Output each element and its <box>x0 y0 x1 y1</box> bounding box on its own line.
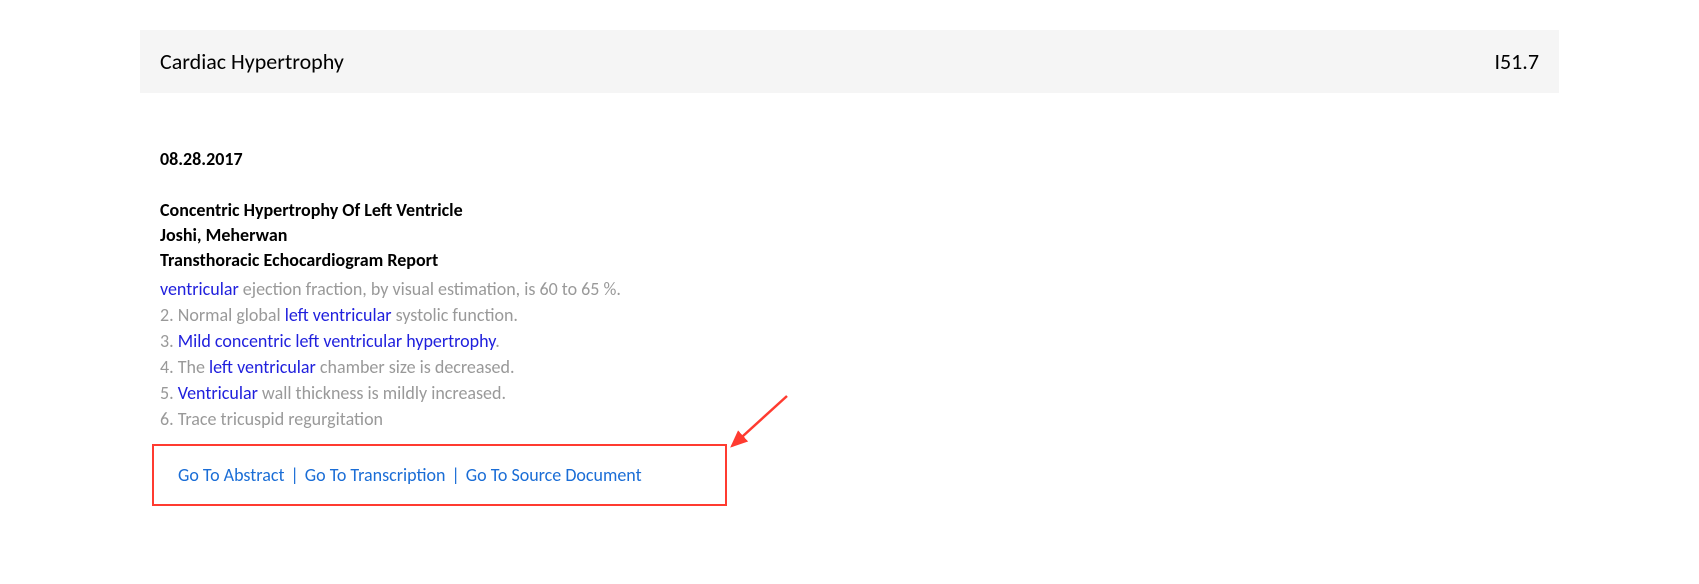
finding-text: ejection fraction, by visual estimation,… <box>239 278 621 300</box>
action-links: Go To Abstract|Go To Transcription|Go To… <box>178 464 701 486</box>
highlight-term: Ventricular <box>178 382 258 404</box>
diagnosis-code: I51.7 <box>1494 48 1539 75</box>
highlight-term: left ventricular <box>285 304 392 326</box>
finding-text: systolic function. <box>392 304 518 326</box>
go-to-transcription-link[interactable]: Go To Transcription <box>305 464 446 486</box>
finding-text: 3. <box>160 330 178 352</box>
entry-content: 08.28.2017 Concentric Hypertrophy Of Lef… <box>140 148 1559 506</box>
finding-line-6: 6. Trace tricuspid regurgitation <box>160 406 1559 432</box>
entry-date: 08.28.2017 <box>160 148 1559 170</box>
link-separator: | <box>446 464 466 486</box>
finding-text: . <box>495 330 500 352</box>
go-to-abstract-link[interactable]: Go To Abstract <box>178 464 284 486</box>
entry-diagnosis: Concentric Hypertrophy Of Left Ventricle <box>160 198 1559 223</box>
entry-provider: Joshi, Meherwan <box>160 223 1559 248</box>
finding-text: wall thickness is mildly increased. <box>258 382 506 404</box>
finding-line-3: 3. Mild concentric left ventricular hype… <box>160 328 1559 354</box>
diagnosis-header: Cardiac Hypertrophy I51.7 <box>140 30 1559 93</box>
diagnosis-title: Cardiac Hypertrophy <box>160 48 344 75</box>
finding-text: 4. The <box>160 356 209 378</box>
entry-report-type: Transthoracic Echocardiogram Report <box>160 248 1559 273</box>
finding-text: 5. <box>160 382 178 404</box>
link-separator: | <box>284 464 304 486</box>
highlight-term: ventricular <box>160 278 239 300</box>
finding-text: chamber size is decreased. <box>316 356 515 378</box>
finding-text: 2. Normal global <box>160 304 285 326</box>
highlight-term: Mild concentric left ventricular hypertr… <box>178 330 495 352</box>
highlight-term: left ventricular <box>209 356 316 378</box>
finding-line-2: 2. Normal global left ventricular systol… <box>160 302 1559 328</box>
links-callout-box: Go To Abstract|Go To Transcription|Go To… <box>152 444 727 506</box>
finding-line-5: 5. Ventricular wall thickness is mildly … <box>160 380 1559 406</box>
findings-block: ventricular ejection fraction, by visual… <box>160 276 1559 433</box>
finding-line-4: 4. The left ventricular chamber size is … <box>160 354 1559 380</box>
finding-line-1: ventricular ejection fraction, by visual… <box>160 276 1559 302</box>
go-to-source-document-link[interactable]: Go To Source Document <box>466 464 642 486</box>
